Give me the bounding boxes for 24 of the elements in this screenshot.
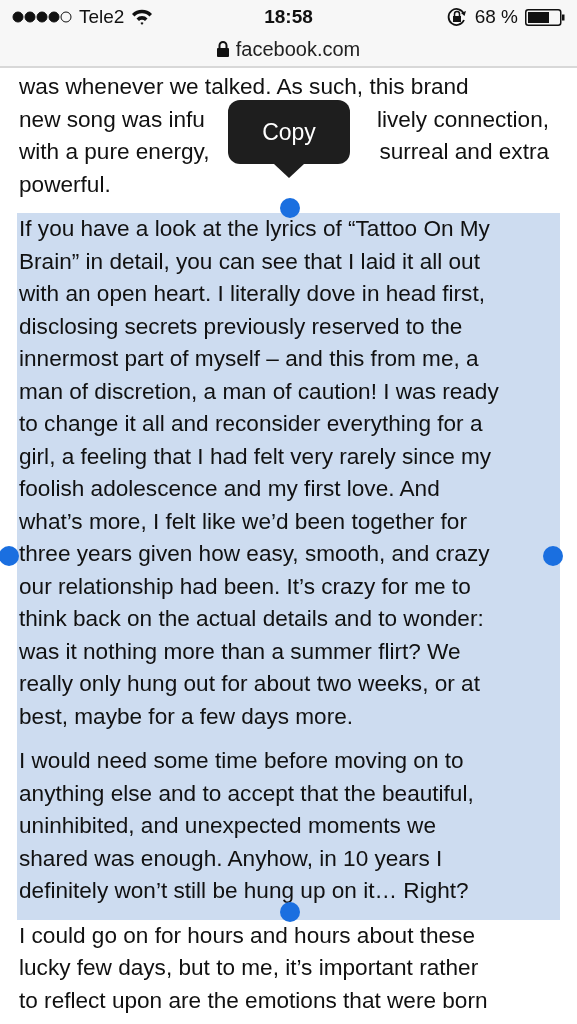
selection-handle-icon[interactable]: [280, 198, 300, 218]
signal-icon: [12, 11, 72, 23]
selection-handle-icon[interactable]: [280, 902, 300, 922]
copy-button[interactable]: Copy: [228, 100, 350, 164]
rotation-lock-icon: [445, 6, 468, 28]
text-line-fragment: surreal and extra: [379, 138, 549, 166]
text-line: was whenever we talked. As such, this brand: [19, 73, 469, 101]
lock-icon: [216, 41, 229, 57]
wifi-icon: [131, 9, 154, 25]
selected-paragraph: If you have a look at the lyrics of “Tattoo On My Brain” in detail, you can see that I laid it all out with an open heart. I literally dove in head first, disclosing secrets previously reserved to the innermost part of myself – and this from me, a man of discretion, a man of caution! I was ready to change it all and reconsider everything for a girl, a feeling that I had felt very rarely since my foolish adolescence and my first love. And what’s more, I felt like we’d been together for three years given how easy, smooth, and crazy our relationship had been. It’s crazy for me to think back on the actual details and to wonder: was it nothing more than a summer flirt? We really only hung out for about two weeks, or at best, maybe for a few days more.: [17, 213, 560, 745]
battery-percentage: 68 %: [474, 6, 518, 28]
text-line: powerful.: [19, 170, 111, 199]
clock-time: 18:58: [264, 6, 313, 28]
popup-arrow-icon: [274, 164, 304, 178]
battery-icon: [525, 8, 565, 26]
page-url[interactable]: facebook.com: [235, 37, 361, 61]
text-line-fragment: lively connection,: [376, 105, 549, 134]
selection-handle-icon[interactable]: [543, 546, 563, 566]
selected-paragraph: I would need some time before moving on to anything else and to accept that the beautiful, uninhibited, and unexpected moments we shared was enough. Anyhow, in 10 years I definitely won’t still be hung up on it… Right?: [17, 745, 560, 920]
carrier-name: Tele2: [79, 6, 125, 28]
paragraph: I could go on for hours and hours about these lucky few days, but to me, it’s important rather to reflect upon are the emotions that were born: [18, 921, 489, 1015]
text-line-fragment: with a pure energy,: [19, 138, 210, 166]
selection-handle-icon[interactable]: [0, 546, 19, 566]
text-line-fragment: new song was infu: [19, 105, 205, 134]
